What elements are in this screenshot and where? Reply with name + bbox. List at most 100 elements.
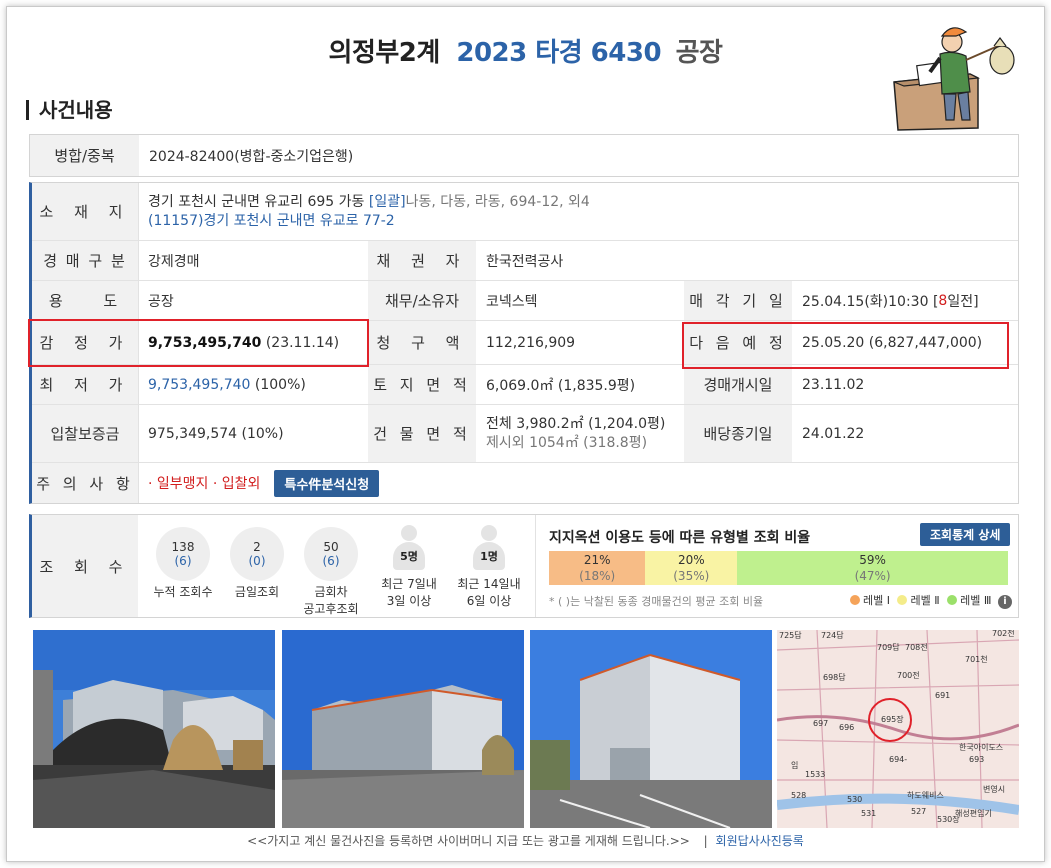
info-icon[interactable]: i xyxy=(997,595,1012,609)
deposit-value: 975,349,574 (10%) xyxy=(148,425,284,442)
property-map[interactable]: 725답 724답 709답 708전 702전 698답 701천 700전 … xyxy=(777,630,1019,828)
sale-date-text: 25.04.15(화)10:30 [ xyxy=(802,293,939,310)
stat-today-num: 2 xyxy=(253,540,261,554)
stat-7days: 5명 최근 7일내 3일 이상 xyxy=(372,525,446,609)
map-label: 528 xyxy=(791,791,806,800)
ratio-pct: 59% xyxy=(859,553,886,567)
views-label: 조 회 수 xyxy=(32,515,138,617)
notes-value: · 일부맹지 · 입찰외 xyxy=(148,476,261,492)
property-photo-2[interactable] xyxy=(282,630,524,828)
stat-round-caption1: 금회차 xyxy=(314,585,348,599)
land-area-label: 토 지 면 적 xyxy=(368,365,476,404)
map-label: 709답 xyxy=(877,642,900,652)
deposit-row: 입찰보증금 975,349,574 (10%) 건 물 면 적 전체 3,980… xyxy=(32,404,1018,462)
stat-cumulative-caption: 누적 조회수 xyxy=(153,585,213,599)
legend-level1: 레벨 Ⅰ xyxy=(863,594,890,607)
minimum-row: 최 저 가 9,753,495,740 (100%) 토 지 면 적 6,069… xyxy=(32,364,1018,404)
stat-round-sub: (6) xyxy=(322,554,340,568)
bulk-tag: [일괄] xyxy=(368,193,406,210)
stat-current-round: 50 (6) 금회차 공고후조회 xyxy=(298,527,364,617)
ratio-avg: (18%) xyxy=(579,569,616,583)
location-label: 소 재 지 xyxy=(32,183,138,240)
creditor-value: 한국전력공사 xyxy=(486,253,564,270)
dividend-end-value: 24.01.22 xyxy=(802,425,865,442)
debtor-value: 코넥스텍 xyxy=(486,293,538,310)
usage-row: 용 도 공장 채무/소유자 코넥스텍 매 각 기 일 25.04.15(화)10… xyxy=(32,280,1018,320)
merge-box: 병합/중복 2024-82400(병합-중소기업은행) xyxy=(29,134,1019,177)
legend-dot xyxy=(947,595,958,605)
minimum-label: 최 저 가 xyxy=(32,365,138,404)
stat-round-caption2: 공고후조회 xyxy=(303,602,359,616)
map-label: 527 xyxy=(911,807,926,816)
stat-14days-count: 1명 xyxy=(473,542,505,570)
claim-value: 112,216,909 xyxy=(486,334,576,351)
property-photo-1[interactable] xyxy=(33,630,275,828)
map-label: 임 xyxy=(791,761,798,770)
view-stats-button[interactable]: 조회통계 상세 xyxy=(920,523,1011,546)
building-area-label: 건 물 면 적 xyxy=(368,405,476,462)
map-label: 하도웨비스 xyxy=(907,790,944,800)
legend-level3: 레벨 Ⅲ xyxy=(960,594,992,607)
dividend-end-label: 배당종기일 xyxy=(684,405,792,462)
footer-separator: | xyxy=(703,834,708,848)
location-address: 경기 포천시 군내면 유교리 695 가동 xyxy=(148,193,365,210)
appraisal-highlight xyxy=(28,319,369,367)
map-label: 696 xyxy=(839,723,854,732)
ratio-pct: 21% xyxy=(583,553,611,567)
ratio-segment-1: 21% (18%) xyxy=(549,551,646,585)
court-name: 의정부2계 xyxy=(328,38,441,68)
stat-14days-caption1: 최근 14일내 xyxy=(457,577,521,591)
merge-value: 2024-82400(병합-중소기업은행) xyxy=(149,148,354,165)
photo-footnote: <<가지고 계신 물건사진을 등록하면 사이버머니 지급 또는 광고를 게재해 … xyxy=(0,832,1051,849)
notes-row: 주 의 사 항 · 일부맹지 · 입찰외 특수件분석신청 xyxy=(32,462,1018,503)
map-label: 697 xyxy=(813,719,828,728)
ratio-avg: (35%) xyxy=(673,569,710,583)
stat-7days-count: 5명 xyxy=(393,542,425,570)
claim-label: 청 구 액 xyxy=(368,321,476,364)
stat-round-num: 50 xyxy=(323,540,339,554)
ratio-note: * ( )는 낙찰된 동종 경매물건의 평균 조회 비율 xyxy=(549,595,764,608)
ratio-segment-3: 59% (47%) xyxy=(737,551,1008,585)
auction-type-label: 경 매 구 분 xyxy=(32,241,138,280)
debtor-label: 채무/소유자 xyxy=(368,281,476,320)
person-icon: 5명 xyxy=(389,525,429,571)
map-label: 695장 xyxy=(881,714,904,724)
ratio-title: 지지옥션 이용도 등에 따른 유형별 조회 비율 xyxy=(549,530,811,546)
stat-14days: 1명 최근 14일내 6일 이상 xyxy=(450,525,528,609)
minimum-pct: (100%) xyxy=(254,376,306,393)
merge-label: 병합/중복 xyxy=(30,135,139,176)
map-label: 708전 xyxy=(905,642,928,652)
views-panel: 조 회 수 138 (6) 누적 조회수 2 (0) 금일조회 50 (6) 금회차 … xyxy=(29,514,1019,618)
auction-type-value: 강제경매 xyxy=(148,253,200,270)
person-icon: 1명 xyxy=(469,525,509,571)
map-label: 725답 xyxy=(779,630,802,640)
building-area-total: 전체 3,980.2㎡ (1,204.0평) xyxy=(486,415,666,432)
map-label: 변영시 xyxy=(983,784,1005,794)
road-address: (11157)경기 포천시 군내면 유교로 77-2 xyxy=(148,212,395,229)
deposit-label: 입찰보증금 xyxy=(32,405,138,462)
sale-date-suffix: 일전] xyxy=(947,293,979,310)
stat-today: 2 (0) 금일조회 xyxy=(224,527,290,600)
auction-start-value: 23.11.02 xyxy=(802,376,865,393)
special-analysis-button[interactable]: 특수件분석신청 xyxy=(274,469,380,497)
property-kind: 공장 xyxy=(675,38,723,68)
ratio-pct: 20% xyxy=(677,553,705,567)
stat-14days-caption2: 6일 이상 xyxy=(466,594,512,608)
register-photo-link[interactable]: 회원답사사진등록 xyxy=(716,834,804,848)
usage-label: 용 도 xyxy=(32,281,138,320)
usage-value: 공장 xyxy=(148,293,174,310)
map-label: 701천 xyxy=(965,654,988,664)
building-area-extra: 제시외 1054㎡ (318.8평) xyxy=(486,434,648,451)
location-extra: 나동, 다동, 라동, 694-12, 외4 xyxy=(405,193,590,210)
location-row: 소 재 지 경기 포천시 군내면 유교리 695 가동 [일괄]나동, 다동, … xyxy=(32,183,1018,240)
map-label: 724답 xyxy=(821,630,844,640)
map-label: 한국아이도스 xyxy=(959,742,1003,752)
case-number: 2023 타경 6430 xyxy=(456,38,662,68)
ratio-bar: 21% (18%) 20% (35%) 59% (47%) xyxy=(549,551,1008,585)
map-label: 530 xyxy=(847,795,862,804)
notes-label: 주 의 사 항 xyxy=(32,463,138,503)
ratio-avg: (47%) xyxy=(854,569,891,583)
property-photo-3[interactable] xyxy=(530,630,772,828)
map-label: 693 xyxy=(969,755,984,764)
days-left: 8 xyxy=(938,292,948,309)
